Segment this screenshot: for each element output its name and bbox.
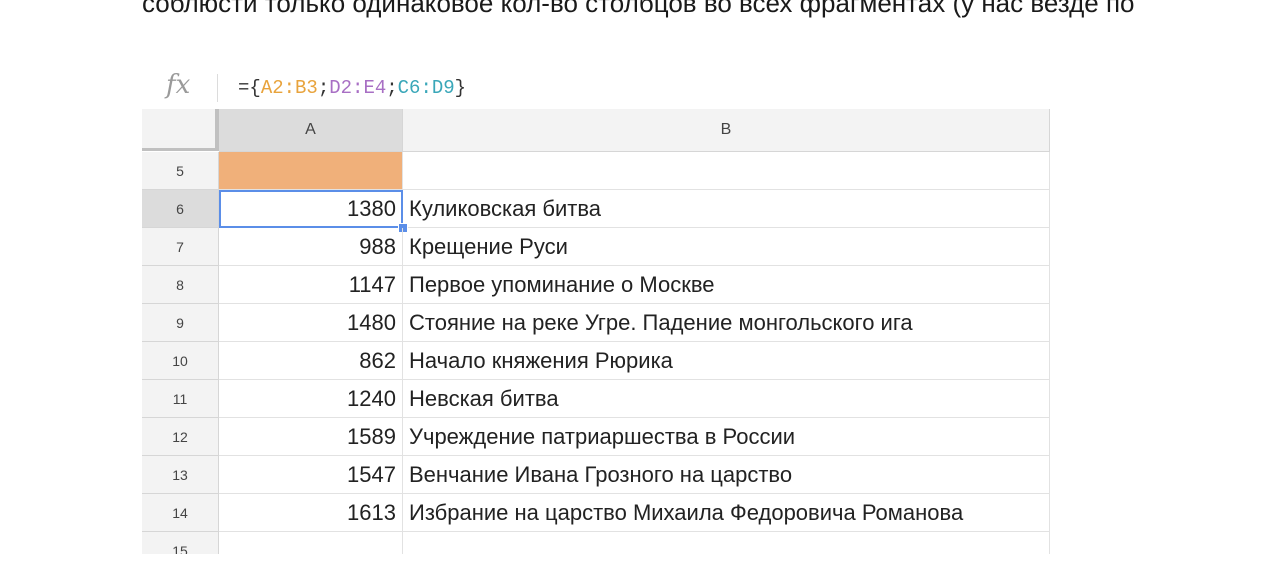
cell-b[interactable]: Начало княжения Рюрика	[403, 342, 1050, 380]
cell-a[interactable]: 1380	[219, 190, 403, 228]
select-all-corner[interactable]	[142, 109, 219, 151]
formula-separator-1: ;	[317, 77, 330, 99]
column-header-row: A B	[142, 109, 1050, 152]
cell-a[interactable]: 1613	[219, 494, 403, 532]
row-header[interactable]: 13	[142, 456, 219, 494]
cell-b[interactable]: Невская битва	[403, 380, 1050, 418]
row-header[interactable]: 7	[142, 228, 219, 266]
cell-b[interactable]	[403, 152, 1050, 190]
formula-range-1: A2:B3	[260, 77, 318, 99]
row-header[interactable]: 14	[142, 494, 219, 532]
table-row: 11 1240 Невская битва	[142, 380, 1050, 418]
table-row: 9 1480 Стояние на реке Угре. Падение монго…	[142, 304, 1050, 342]
formula-range-2: D2:E4	[329, 77, 387, 99]
row-header[interactable]: 12	[142, 418, 219, 456]
formula-suffix: }	[454, 77, 467, 99]
formula-separator-2: ;	[386, 77, 398, 99]
table-row: 13 1547 Венчание Ивана Грозного на царство	[142, 456, 1050, 494]
table-row: 15	[142, 532, 1050, 554]
cell-a[interactable]: 1547	[219, 456, 403, 494]
cell-a[interactable]	[219, 532, 403, 554]
formula-input[interactable]: ={A2:B3;D2:E4;C6:D9}	[238, 77, 466, 99]
cell-a[interactable]: 862	[219, 342, 403, 380]
cell-a[interactable]: 988	[219, 228, 403, 266]
cell-b[interactable]: Первое упоминание о Москве	[403, 266, 1050, 304]
row-header[interactable]: 6	[142, 190, 219, 228]
table-row: 5	[142, 152, 1050, 190]
formula-range-3: C6:D9	[397, 77, 455, 99]
cell-b[interactable]: Избрание на царство Михаила Федоровича Р…	[403, 494, 1050, 532]
row-header[interactable]: 10	[142, 342, 219, 380]
table-row: 10 862 Начало княжения Рюрика	[142, 342, 1050, 380]
row-header[interactable]: 8	[142, 266, 219, 304]
row-header[interactable]: 15	[142, 532, 219, 554]
row-header[interactable]: 9	[142, 304, 219, 342]
row-header[interactable]: 11	[142, 380, 219, 418]
formula-bar-divider	[217, 74, 218, 102]
table-row: 6 1380 Куликовская битва	[142, 190, 1050, 233]
formula-prefix: ={	[238, 77, 261, 99]
column-header-a[interactable]: A	[219, 109, 403, 152]
cell-a[interactable]: 1147	[219, 266, 403, 304]
table-row: 12 1589 Учреждение патриаршества в России	[142, 418, 1050, 456]
formula-bar: fx ={A2:B3;D2:E4;C6:D9}	[142, 66, 1050, 109]
table-row: 8 1147 Первое упоминание о Москве	[142, 266, 1050, 304]
table-row: 7 988 Крещение Руси	[142, 228, 1050, 266]
column-header-b[interactable]: B	[403, 109, 1050, 152]
cell-a[interactable]: 1240	[219, 380, 403, 418]
cell-b[interactable]: Венчание Ивана Грозного на царство	[403, 456, 1050, 494]
cell-a[interactable]	[219, 152, 403, 190]
cell-b[interactable]: Крещение Руси	[403, 228, 1050, 266]
cell-a[interactable]: 1589	[219, 418, 403, 456]
spreadsheet: fx ={A2:B3;D2:E4;C6:D9} A B 5 6 1380 Кулико…	[142, 66, 1050, 554]
row-header[interactable]: 5	[142, 152, 219, 190]
cell-a[interactable]: 1480	[219, 304, 403, 342]
cell-b[interactable]: Учреждение патриаршества в России	[403, 418, 1050, 456]
cell-b[interactable]	[403, 532, 1050, 554]
table-row: 14 1613 Избрание на царство Михаила Федоро…	[142, 494, 1050, 532]
article-text-line: соблюсти только одинаковое кол-во столбц…	[142, 0, 1135, 18]
cell-b[interactable]: Стояние на реке Угре. Падение монгольско…	[403, 304, 1050, 342]
function-icon: fx	[166, 70, 191, 100]
cell-b[interactable]: Куликовская битва	[403, 190, 1050, 228]
